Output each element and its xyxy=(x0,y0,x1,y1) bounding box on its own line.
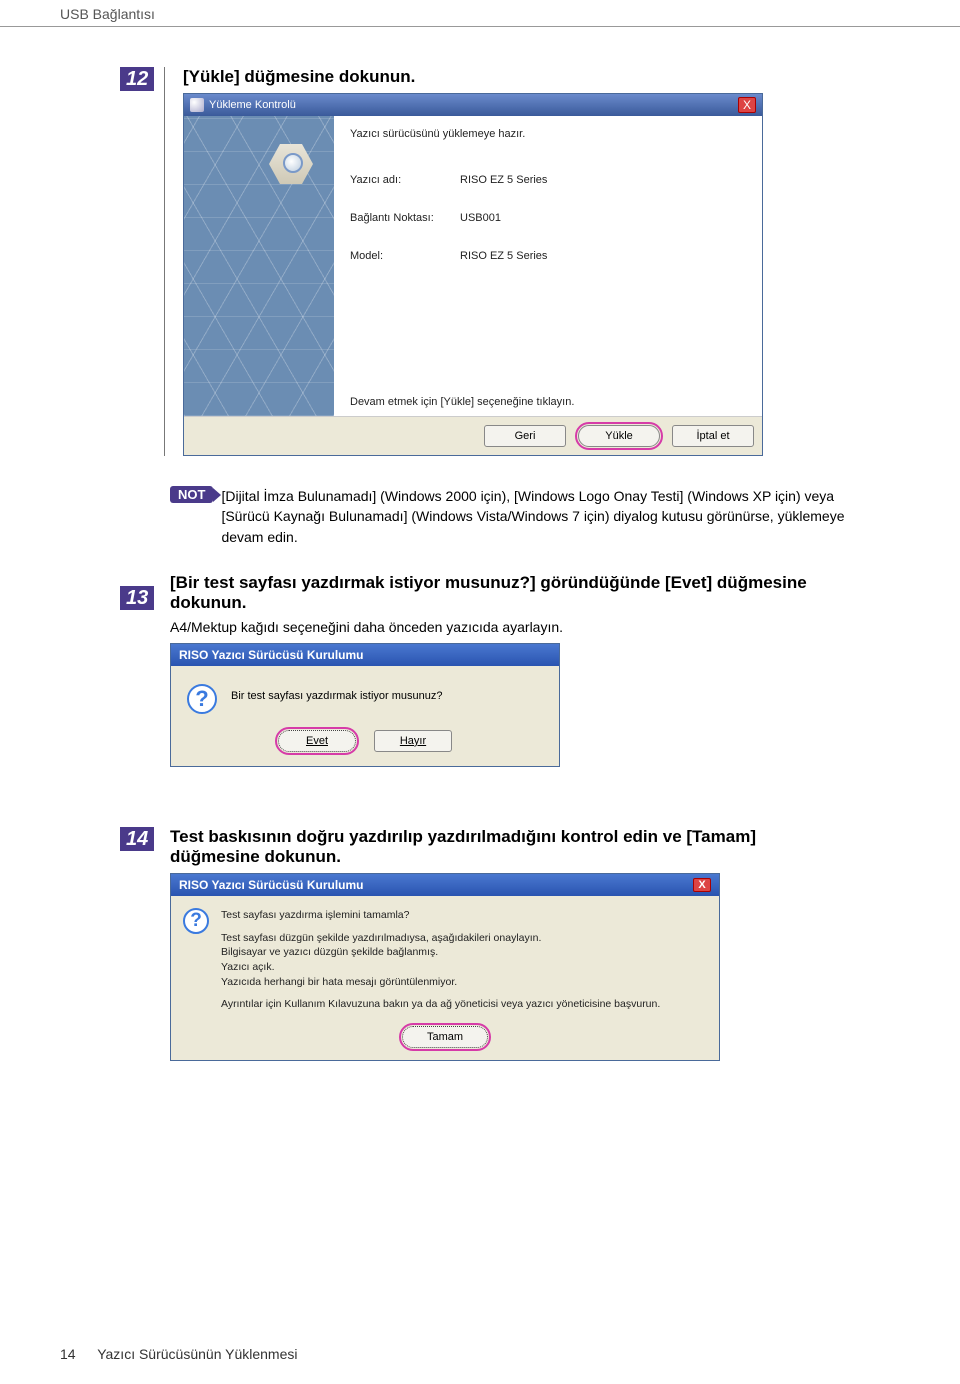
dialog3-line-5: Yazıcıda herhangi bir hata mesajı görünt… xyxy=(221,975,660,990)
test-page-prompt-dialog: RISO Yazıcı Sürücüsü Kurulumu ? Bir test… xyxy=(170,643,560,767)
printer-name-value: RISO EZ 5 Series xyxy=(460,174,547,186)
page-number: 14 xyxy=(60,1346,76,1362)
section-title: USB Bağlantısı xyxy=(60,6,155,22)
step-number-12: 12 xyxy=(120,67,154,91)
no-button-label: Hayır xyxy=(400,735,426,747)
yes-button[interactable]: Evet xyxy=(278,730,356,752)
step-13-title: [Bir test sayfası yazdırmak istiyor musu… xyxy=(170,573,850,613)
step-12: 12 [Yükle] düğmesine dokunun. Yükleme Ko… xyxy=(120,67,850,456)
step-number-14: 14 xyxy=(120,827,154,851)
step-12-title: [Yükle] düğmesine dokunun. xyxy=(183,67,850,87)
step-14-title: Test baskısının doğru yazdırılıp yazdırı… xyxy=(170,827,850,867)
back-button[interactable]: Geri xyxy=(484,425,566,447)
dialog1-titlebar: Yükleme Kontrolü X xyxy=(184,94,762,116)
cancel-button[interactable]: İptal et xyxy=(672,425,754,447)
dialog1-footer-line: Devam etmek için [Yükle] seçeneğine tıkl… xyxy=(350,396,574,408)
model-value: RISO EZ 5 Series xyxy=(460,250,547,262)
dialog3-title: RISO Yazıcı Sürücüsü Kurulumu xyxy=(179,878,363,892)
step-number-13: 13 xyxy=(120,586,154,610)
dialog1-side-graphic xyxy=(184,116,334,416)
printer-name-label: Yazıcı adı: xyxy=(350,174,460,186)
dialog3-line-2: Test sayfası düzgün şekilde yazdırılmadı… xyxy=(221,931,660,946)
dialog3-titlebar: RISO Yazıcı Sürücüsü Kurulumu X xyxy=(171,874,719,896)
install-button[interactable]: Yükle xyxy=(578,425,660,447)
dialog2-title: RISO Yazıcı Sürücüsü Kurulumu xyxy=(171,644,559,666)
dialog1-title-icon xyxy=(190,98,204,112)
page-footer: 14 Yazıcı Sürücüsünün Yüklenmesi xyxy=(60,1346,297,1362)
note-and-step-13: 13 NOT [Dijital İmza Bulunamadı] (Window… xyxy=(120,486,850,767)
dialog2-message: Bir test sayfası yazdırmak istiyor musun… xyxy=(231,684,443,714)
dialog3-close-button[interactable]: X xyxy=(693,878,711,892)
question-icon: ? xyxy=(183,908,209,934)
page-section-header: USB Bağlantısı xyxy=(0,0,960,27)
test-result-dialog: RISO Yazıcı Sürücüsü Kurulumu X ? Test s… xyxy=(170,873,720,1061)
note-badge: NOT xyxy=(170,486,213,503)
step-14: 14 Test baskısının doğru yazdırılıp yazd… xyxy=(120,827,850,1061)
no-button[interactable]: Hayır xyxy=(374,730,452,752)
dialog3-line-6: Ayrıntılar için Kullanım Kılavuzuna bakı… xyxy=(221,997,660,1012)
dialog1-ready-text: Yazıcı sürücüsünü yüklemeye hazır. xyxy=(350,128,746,140)
footer-doc-title: Yazıcı Sürücüsünün Yüklenmesi xyxy=(97,1346,297,1362)
yes-button-label: Evet xyxy=(306,735,328,747)
ok-button[interactable]: Tamam xyxy=(402,1026,488,1048)
dialog3-line-1: Test sayfası yazdırma işlemini tamamla? xyxy=(221,908,660,923)
dialog1-title: Yükleme Kontrolü xyxy=(209,99,296,111)
dialog1-close-button[interactable]: X xyxy=(738,97,756,113)
note-text: [Dijital İmza Bulunamadı] (Windows 2000 … xyxy=(221,486,850,547)
install-control-dialog: Yükleme Kontrolü X Yazıcı sürücüsünü yük… xyxy=(183,93,763,456)
model-label: Model: xyxy=(350,250,460,262)
port-value: USB001 xyxy=(460,212,501,224)
dialog3-line-4: Yazıcı açık. xyxy=(221,960,660,975)
dialog3-line-3: Bilgisayar ve yazıcı düzgün şekilde bağl… xyxy=(221,945,660,960)
question-icon: ? xyxy=(187,684,217,714)
port-label: Bağlantı Noktası: xyxy=(350,212,460,224)
step-13-subtext: A4/Mektup kağıdı seçeneğini daha önceden… xyxy=(170,619,850,635)
